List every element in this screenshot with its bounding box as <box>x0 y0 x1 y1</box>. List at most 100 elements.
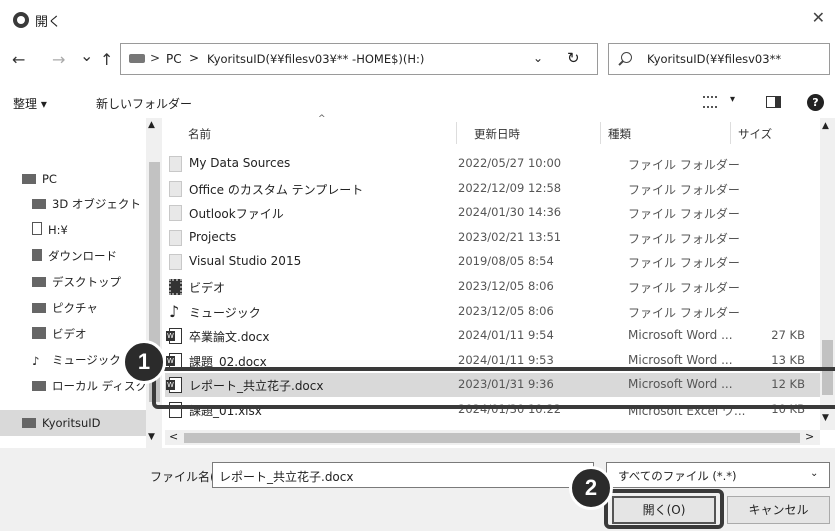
file-name: ビデオ <box>189 281 226 295</box>
column-header-date[interactable]: 更新日時 <box>474 126 520 142</box>
folder-icon <box>169 156 182 172</box>
pictures-icon <box>32 303 46 313</box>
horizontal-scroll-thumb[interactable] <box>184 433 800 443</box>
drive-icon <box>129 54 145 63</box>
table-row[interactable]: ビデオ 2023/12/05 8:06 ファイル フォルダー <box>165 275 820 299</box>
sidebar-item-pictures[interactable]: ピクチャ <box>32 300 98 322</box>
table-row[interactable]: ミュージック 2023/12/05 8:06 ファイル フォルダー <box>165 300 820 324</box>
scroll-down-icon[interactable]: ▼ <box>822 413 829 423</box>
step-2-badge: 2 <box>569 466 613 510</box>
cube-icon <box>32 199 46 209</box>
column-header-type[interactable]: 種類 <box>608 126 631 142</box>
sidebar-item-videos[interactable]: ビデオ <box>32 326 87 348</box>
file-date: 2023/12/05 8:06 <box>458 279 554 293</box>
view-chevron-icon[interactable]: ▾ <box>730 94 735 105</box>
file-date: 2022/05/27 10:00 <box>458 156 562 170</box>
sidebar-item-music[interactable]: ♪ ミュージック <box>32 352 121 374</box>
column-divider[interactable] <box>600 122 601 144</box>
file-name: Outlookファイル <box>189 207 284 222</box>
file-type: ファイル フォルダー <box>628 256 740 271</box>
folder-icon <box>169 254 182 271</box>
pc-icon <box>22 174 36 184</box>
network-drive-icon <box>22 418 36 428</box>
back-arrow-icon[interactable]: ← <box>12 50 25 69</box>
table-row[interactable]: 卒業論文.docx 2024/01/11 9:54 Microsoft Word .… <box>165 324 820 348</box>
scroll-left-icon[interactable]: < <box>169 430 178 443</box>
filetype-chevron-icon[interactable]: ⌄ <box>810 468 818 479</box>
download-icon <box>32 249 42 261</box>
table-row[interactable]: Outlookファイル 2024/01/30 14:36 ファイル フォルダー <box>165 201 820 225</box>
file-type: ファイル フォルダー <box>628 158 740 172</box>
file-name: ミュージック <box>189 305 261 320</box>
breadcrumb-separator: > <box>189 51 200 65</box>
close-button[interactable]: ✕ <box>812 8 825 27</box>
table-row[interactable]: Office のカスタム テンプレート 2022/12/09 12:58 ファイル … <box>165 177 820 201</box>
file-date: 2022/12/09 12:58 <box>458 180 562 195</box>
file-size: 27 KB <box>771 328 805 343</box>
folder-icon <box>169 205 182 222</box>
file-date: 2019/08/05 8:54 <box>458 254 554 269</box>
column-header-name[interactable]: 名前 <box>188 126 211 142</box>
table-row[interactable]: Projects 2023/02/21 13:51 ファイル フォルダー <box>165 226 820 250</box>
up-arrow-icon[interactable]: ↑ <box>100 50 113 69</box>
sidebar-item-local-disk[interactable]: ローカル ディスク <box>32 378 147 400</box>
scroll-down-icon[interactable]: ▼ <box>148 432 155 442</box>
cancel-button[interactable]: キャンセル <box>727 496 830 524</box>
refresh-icon[interactable]: ↻ <box>567 49 580 67</box>
video-icon <box>169 279 182 295</box>
sidebar-item-pc[interactable]: PC <box>22 172 57 194</box>
preview-pane-icon[interactable] <box>766 96 781 108</box>
scroll-right-icon[interactable]: > <box>805 430 814 443</box>
search-placeholder: KyoritsuID(¥¥filesv03** <box>647 52 782 66</box>
file-type: Microsoft Word ... <box>628 328 733 343</box>
highlight-open-button <box>604 489 724 529</box>
search-input[interactable]: KyoritsuID(¥¥filesv03** <box>608 43 830 75</box>
folder-icon <box>169 229 182 246</box>
sidebar-item-h-drive[interactable]: H:¥ <box>32 222 68 244</box>
column-header-size[interactable]: サイズ <box>738 126 772 142</box>
forward-arrow-icon[interactable]: → <box>52 50 65 69</box>
sidebar-item-downloads[interactable]: ダウンロード <box>32 248 117 270</box>
sidebar-item-3d-objects[interactable]: 3D オブジェクト <box>32 196 141 218</box>
title-bar: 開く ✕ <box>0 0 835 40</box>
file-date: 2024/01/11 9:53 <box>458 352 554 367</box>
command-toolbar: 整理 ▾ 新しいフォルダー ▾ ? <box>0 86 835 118</box>
scroll-up-icon[interactable]: ▲ <box>148 120 155 130</box>
table-row[interactable]: My Data Sources 2022/05/27 10:00 ファイル フォルダ… <box>165 152 820 176</box>
file-type: ファイル フォルダー <box>628 281 740 295</box>
breadcrumb-pc[interactable]: PC <box>166 52 182 66</box>
sidebar-item-desktop[interactable]: デスクトップ <box>32 274 121 296</box>
file-name: Projects <box>189 229 237 244</box>
new-folder-button[interactable]: 新しいフォルダー <box>96 95 192 112</box>
table-row[interactable]: Visual Studio 2015 2019/08/05 8:54 ファイル フォ… <box>165 250 820 274</box>
breadcrumb-drive[interactable]: KyoritsuID(¥¥filesv03¥** -HOME$)(H:) <box>207 52 424 66</box>
file-date: 2023/12/05 8:06 <box>458 303 554 318</box>
file-name: Office のカスタム テンプレート <box>189 182 364 197</box>
address-bar[interactable]: > PC > KyoritsuID(¥¥filesv03¥** -HOME$)(… <box>120 43 598 75</box>
scroll-up-icon[interactable]: ▲ <box>822 121 829 131</box>
organize-button[interactable]: 整理 ▾ <box>13 95 47 112</box>
file-name: 卒業論文.docx <box>189 330 270 345</box>
view-options-icon[interactable] <box>703 96 717 108</box>
filename-input[interactable]: レポート_共立花子.docx <box>212 462 594 488</box>
word-icon <box>166 328 182 345</box>
filetype-selected-value: すべてのファイル (*.*) <box>618 469 737 483</box>
recent-locations-icon[interactable]: ⌄ <box>80 46 93 65</box>
column-divider[interactable] <box>730 122 731 144</box>
music-icon <box>169 302 182 321</box>
file-size: 13 KB <box>771 352 805 367</box>
file-type: ファイル フォルダー <box>628 182 740 197</box>
help-icon[interactable]: ? <box>807 94 824 111</box>
step-1-badge: 1 <box>122 340 166 384</box>
window-title: 開く <box>35 15 62 30</box>
file-date: 2024/01/30 14:36 <box>458 205 562 220</box>
desktop-icon <box>32 277 46 287</box>
address-history-chevron-icon[interactable]: ⌄ <box>533 51 543 65</box>
breadcrumb-separator: > <box>150 51 161 65</box>
search-icon <box>621 52 632 63</box>
column-divider[interactable] <box>456 122 457 144</box>
sidebar-item-kyoritsuid[interactable]: KyoritsuID <box>0 410 146 436</box>
navigation-pane: PC 3D オブジェクト H:¥ ダウンロード デスクトップ ピクチャ ビデオ … <box>0 118 162 448</box>
file-date: 2024/01/11 9:54 <box>458 328 554 343</box>
file-type: Microsoft Word ... <box>628 352 733 367</box>
